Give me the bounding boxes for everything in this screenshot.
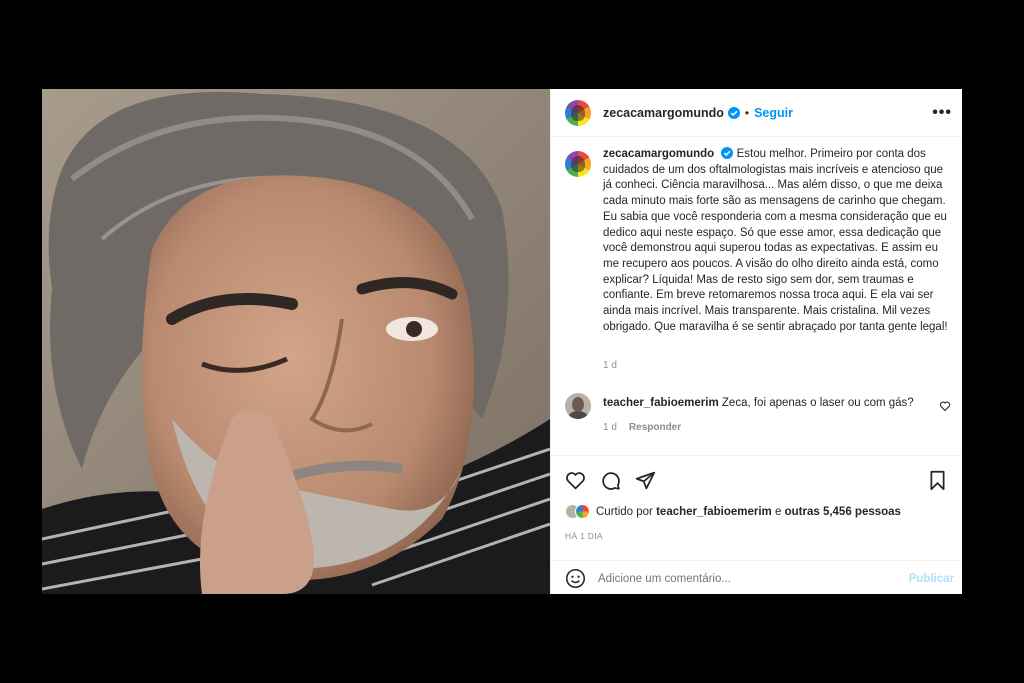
reply-button[interactable]: Responder bbox=[629, 422, 681, 433]
comment-text: Zeca, foi apenas o laser ou com gás? bbox=[721, 397, 914, 409]
action-icons bbox=[565, 468, 948, 492]
share-icon[interactable] bbox=[635, 470, 656, 491]
bookmark-icon[interactable] bbox=[927, 470, 948, 491]
likes-prefix: Curtido por bbox=[596, 505, 653, 518]
commenter-avatar[interactable] bbox=[565, 393, 591, 419]
post-actions-section: Curtido por teacher_fabioemerim e outras… bbox=[551, 455, 962, 595]
comment-meta: 1 d Responder bbox=[603, 422, 681, 433]
author-avatar[interactable] bbox=[565, 99, 591, 126]
caption-text-block: zecacamargomundo Estou melhor. Primeiro … bbox=[603, 147, 949, 335]
likes-others[interactable]: outras 5,456 pessoas bbox=[785, 506, 901, 518]
comment-age: 1 d bbox=[603, 422, 617, 433]
instagram-post: zecacamargomundo • Seguir ••• zecacamarg… bbox=[42, 89, 962, 594]
post-caption: zecacamargomundo Estou melhor. Primeiro … bbox=[565, 147, 949, 335]
publish-button[interactable]: Publicar bbox=[909, 573, 954, 585]
heart-icon[interactable] bbox=[565, 470, 586, 491]
comment-like-icon[interactable] bbox=[939, 400, 951, 412]
selfie-image bbox=[42, 89, 550, 594]
follow-button[interactable]: Seguir bbox=[754, 106, 793, 120]
likes-text: Curtido por teacher_fabioemerim e outras… bbox=[596, 506, 901, 518]
verified-badge-icon bbox=[727, 106, 740, 119]
post-timestamp: HÁ 1 DIA bbox=[565, 531, 603, 541]
liker-avatar bbox=[575, 504, 590, 519]
post-side-panel: zecacamargomundo • Seguir ••• zecacamarg… bbox=[550, 89, 962, 594]
author-username[interactable]: zecacamargomundo bbox=[603, 106, 724, 120]
add-comment-bar: Publicar bbox=[551, 560, 962, 596]
verified-badge-icon bbox=[721, 147, 734, 159]
caption-age: 1 d bbox=[603, 360, 617, 371]
caption-avatar[interactable] bbox=[565, 151, 591, 177]
more-options-icon[interactable]: ••• bbox=[932, 104, 952, 122]
separator-dot: • bbox=[744, 105, 750, 120]
post-header: zecacamargomundo • Seguir ••• bbox=[551, 89, 962, 137]
emoji-icon[interactable] bbox=[565, 568, 586, 589]
likes-middle: e bbox=[775, 505, 782, 518]
comment-icon[interactable] bbox=[600, 470, 621, 491]
caption-text: Estou melhor. Primeiro por conta dos cui… bbox=[603, 148, 948, 333]
likes-user[interactable]: teacher_fabioemerim bbox=[656, 506, 772, 518]
comment-text-block: teacher_fabioemerim Zeca, foi apenas o l… bbox=[603, 397, 914, 409]
likes-summary: Curtido por teacher_fabioemerim e outras… bbox=[565, 504, 901, 519]
post-photo[interactable] bbox=[42, 89, 550, 594]
commenter-username[interactable]: teacher_fabioemerim bbox=[603, 397, 719, 409]
comment-input[interactable] bbox=[598, 572, 909, 585]
caption-username[interactable]: zecacamargomundo bbox=[603, 148, 714, 160]
comment-row: teacher_fabioemerim Zeca, foi apenas o l… bbox=[565, 393, 951, 419]
